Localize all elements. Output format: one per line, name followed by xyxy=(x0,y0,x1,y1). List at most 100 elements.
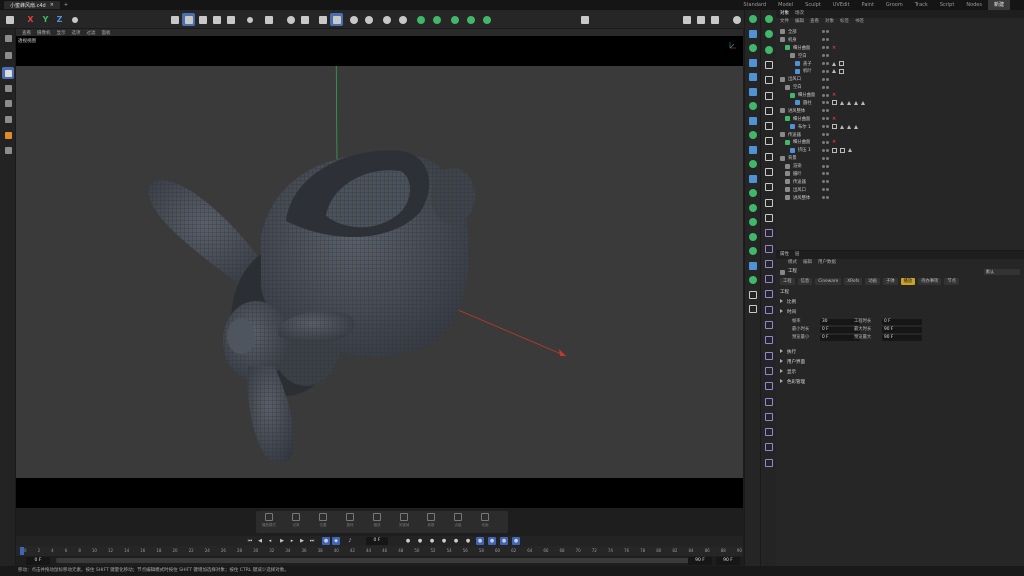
attr-subtab[interactable]: 信息 xyxy=(797,278,813,285)
light-icon[interactable] xyxy=(764,289,774,299)
object-panel-menu-item[interactable]: 文件 xyxy=(780,18,789,26)
editor-visibility-dot[interactable] xyxy=(822,109,825,113)
material-tag-icon[interactable] xyxy=(832,100,837,106)
next-key-icon[interactable]: ▶ xyxy=(298,537,306,545)
extrude-icon[interactable] xyxy=(764,213,774,223)
point-mode-icon[interactable] xyxy=(196,13,209,26)
key-pla-icon[interactable]: ● xyxy=(452,537,460,545)
object-row[interactable]: 盖子 xyxy=(776,60,1024,68)
array-icon[interactable] xyxy=(748,246,758,256)
object-row[interactable]: 出风口 xyxy=(776,186,1024,194)
object-panel-tab[interactable]: 对象 xyxy=(780,10,789,18)
render-visibility-dot[interactable] xyxy=(826,69,829,73)
visibility-flags[interactable] xyxy=(822,46,829,50)
render-visibility-dot[interactable] xyxy=(826,93,829,97)
attr-mode-dropdown[interactable]: 默认 xyxy=(984,269,1020,275)
object-row[interactable]: 细分曲面 × xyxy=(776,138,1024,146)
polygon-mode-icon[interactable] xyxy=(224,13,237,26)
shirt-icon[interactable] xyxy=(748,29,758,39)
disabled-tag-icon[interactable]: × xyxy=(832,45,836,51)
disabled-tag-icon[interactable]: × xyxy=(832,92,836,98)
python-icon[interactable] xyxy=(480,13,493,26)
attr-panel-tab[interactable]: 属性 xyxy=(780,251,789,259)
layout-tab-4[interactable]: Paint xyxy=(856,0,880,10)
phong-tag-icon[interactable] xyxy=(848,148,852,153)
editor-visibility-dot[interactable] xyxy=(822,77,825,81)
visibility-flags[interactable] xyxy=(822,93,829,97)
viewport-menu-item[interactable]: 面板 xyxy=(102,30,111,36)
layout-tab-6[interactable]: Track xyxy=(909,0,934,10)
phong-tag-icon[interactable] xyxy=(861,100,865,105)
render-visibility-dot[interactable] xyxy=(826,46,829,50)
material-tag-icon[interactable] xyxy=(832,147,837,153)
visibility-flags[interactable] xyxy=(822,188,829,192)
editor-visibility-dot[interactable] xyxy=(822,30,825,34)
render-visibility-dot[interactable] xyxy=(826,54,829,58)
editor-visibility-dot[interactable] xyxy=(822,38,825,42)
visibility-flags[interactable] xyxy=(822,85,829,89)
phong-tag-icon[interactable] xyxy=(840,100,844,105)
visibility-flags[interactable] xyxy=(822,54,829,58)
object-row[interactable]: 进风整体 xyxy=(776,194,1024,202)
lathe-icon[interactable] xyxy=(764,228,774,238)
workplane-icon[interactable] xyxy=(330,13,343,26)
viewport-menu-item[interactable]: 摄像机 xyxy=(37,30,51,36)
object-row[interactable]: 摄叶 xyxy=(776,170,1024,178)
viewport-menu-item[interactable]: 选项 xyxy=(72,30,81,36)
subdivision-icon[interactable] xyxy=(748,101,758,111)
visibility-flags[interactable] xyxy=(822,62,829,65)
cloner-icon[interactable] xyxy=(430,13,443,26)
disabled-tag-icon[interactable]: × xyxy=(832,139,836,145)
render-queue-icon[interactable] xyxy=(396,13,409,26)
cylinder-icon[interactable] xyxy=(748,116,758,126)
phong-tag-icon[interactable] xyxy=(854,100,858,105)
object-row[interactable]: 挤压 1 xyxy=(776,146,1024,154)
object-row[interactable]: 背景 xyxy=(776,154,1024,162)
taper-icon[interactable] xyxy=(764,427,774,437)
expand-arrow-icon[interactable] xyxy=(780,349,783,353)
editor-visibility-dot[interactable] xyxy=(822,196,825,200)
object-row[interactable]: 布尔 1 xyxy=(776,123,1024,131)
editor-visibility-dot[interactable] xyxy=(822,69,825,73)
anim-tool-button[interactable]: 记录 xyxy=(287,513,305,531)
layout-tab-5[interactable]: Groom xyxy=(880,0,909,10)
key-rotation-icon[interactable]: ● xyxy=(416,537,424,545)
profile-icon[interactable] xyxy=(764,198,774,208)
helix-icon[interactable] xyxy=(764,106,774,116)
editor-visibility-dot[interactable] xyxy=(822,172,825,176)
tube-icon[interactable] xyxy=(748,261,758,271)
object-row[interactable]: 细分曲面 × xyxy=(776,44,1024,52)
move-icon[interactable] xyxy=(2,67,14,79)
expand-arrow-icon[interactable] xyxy=(780,379,783,383)
visibility-flags[interactable] xyxy=(822,117,829,121)
snap-settings-icon[interactable] xyxy=(298,13,311,26)
boole-icon[interactable] xyxy=(748,130,758,140)
editor-visibility-dot[interactable] xyxy=(822,62,825,65)
object-row[interactable]: 进风整体 xyxy=(776,107,1024,115)
phong-tag-icon[interactable] xyxy=(832,61,836,66)
editor-visibility-dot[interactable] xyxy=(822,93,825,97)
render-visibility-dot[interactable] xyxy=(826,62,829,65)
visibility-flags[interactable] xyxy=(822,164,829,168)
render-visibility-dot[interactable] xyxy=(826,77,829,81)
prev-frame-icon[interactable]: ◂ xyxy=(266,537,274,545)
cube-icon[interactable] xyxy=(748,14,758,24)
editor-visibility-dot[interactable] xyxy=(822,85,825,89)
visibility-flags[interactable] xyxy=(822,156,829,160)
attr-section-header[interactable]: 执行 xyxy=(780,349,796,355)
editor-visibility-dot[interactable] xyxy=(822,148,825,152)
visibility-flags[interactable] xyxy=(822,30,829,34)
sphere-icon[interactable] xyxy=(748,87,758,97)
edge-mode-icon[interactable] xyxy=(210,13,223,26)
pen-icon[interactable] xyxy=(764,14,774,24)
editor-visibility-dot[interactable] xyxy=(822,180,825,184)
object-panel-menu-item[interactable]: 查看 xyxy=(810,18,819,26)
expand-arrow-icon[interactable] xyxy=(780,299,783,303)
key-step-icon[interactable]: ● xyxy=(488,537,496,545)
magnet-snap-icon[interactable] xyxy=(284,13,297,26)
visibility-flags[interactable] xyxy=(822,101,829,105)
object-panel-menu-item[interactable]: 对象 xyxy=(825,18,834,26)
layout-tab-7[interactable]: Script xyxy=(934,0,961,10)
visibility-flags[interactable] xyxy=(822,77,829,81)
play-icon[interactable]: ▶ xyxy=(278,537,286,545)
